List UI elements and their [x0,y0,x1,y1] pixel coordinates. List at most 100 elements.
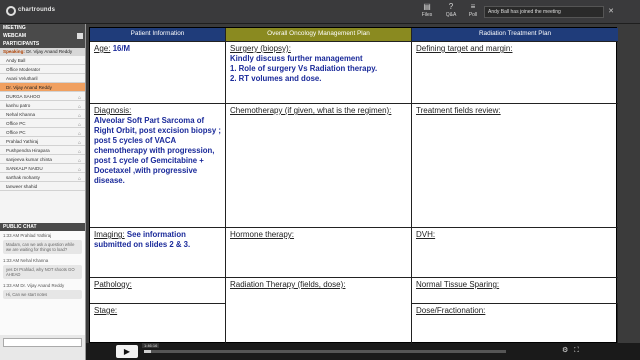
participant-item[interactable]: Nehal Khanna ⌂ [0,110,85,119]
app-logo: chartrounds [6,4,55,20]
chat-message: 1:33 AM Dr. Vijay Anand Reddy Hi, Can we… [0,281,85,301]
chat-message-meta: 1:33 AM Nehal Khanna [3,258,49,263]
participant-item[interactable]: Office PC ⌂ [0,119,85,128]
age-cell: Age: 16/M [90,42,226,104]
participant-item[interactable]: Office PC ⌂ [0,128,85,137]
participant-name: tanweer shahid [6,184,38,189]
participant-item[interactable]: Avani Velutharil [0,74,85,83]
dvh-cell: DVH: [412,228,618,278]
surgery-cell: Surgery (biopsy): Kindly discuss further… [226,42,412,104]
participant-item[interactable]: sanjeeva kumar chinta ⌂ [0,155,85,164]
progress-fill [144,350,152,353]
age-label: Age: [94,44,111,53]
public-chat-header[interactable]: PUBLIC CHAT [0,223,85,231]
slide: Patient Information Overall Oncology Man… [89,27,618,344]
participant-item[interactable]: SANKALP NAIDU ⌂ [0,164,85,173]
participant-item[interactable]: sarthak mohanty ⌂ [0,173,85,182]
participant-item-active-speaker[interactable]: Dr. Vijay Anand Reddy [0,83,85,92]
participant-item[interactable]: Andy Ball [0,56,85,65]
poll-icon: ≡ [470,2,476,11]
defining-target-cell: Defining target and margin: [412,42,618,104]
stage-cell: Stage: [90,304,226,344]
chat-message-meta: 1:33 AM Dr. Vijay Anand Reddy [3,283,65,288]
meeting-label: MEETING [3,25,26,31]
public-chat-label: PUBLIC CHAT [3,224,37,230]
surgery-label: Surgery (biopsy): [230,44,291,53]
imaging-label: Imaging: [94,230,125,239]
webcam-header[interactable]: WEBCAM [0,32,85,40]
participant-name: Office PC [6,130,26,135]
chat-message-list: 1:33 AM Prahlad Yathiraj Madam, can we a… [0,231,85,335]
files-label: Files [421,12,433,18]
chat-message-body: Madam, can we ask a question while we ar… [3,240,82,254]
case-table: Patient Information Overall Oncology Man… [90,28,618,344]
pathology-cell: Pathology: [90,278,226,304]
participant-name: sanjeeva kumar chinta [6,157,52,162]
meeting-header: MEETING [0,24,85,32]
participant-list-spacer [0,191,85,223]
chemotherapy-cell: Chemotherapy (if given, what is the regi… [226,104,412,228]
presentation-area: Patient Information Overall Oncology Man… [86,24,640,360]
sidebar: MEETING WEBCAM PARTICIPANTS Speaking: Dr… [0,24,86,360]
chat-message-body: yes Dr Prahlad, why NOT shoots GO AHEAD [3,265,82,279]
pathology-label: Pathology: [94,280,132,289]
files-icon: ▤ [423,2,431,11]
webcam-toggle-icon[interactable] [77,33,83,39]
play-button[interactable]: ▶ [116,345,138,358]
participant-name: Dr. Vijay Anand Reddy [6,85,52,90]
diagnosis-text: Alveolar Soft Part Sarcoma of Right Orbi… [94,116,221,185]
dose-fractionation-cell: Dose/Fractionation: [412,304,618,344]
hormone-therapy-label: Hormone therapy: [230,230,295,239]
participants-header[interactable]: PARTICIPANTS [0,40,85,48]
diagnosis-cell: Diagnosis: Alveolar Soft Part Sarcoma of… [90,104,226,228]
close-notification-icon[interactable]: ✕ [606,6,616,18]
qa-label: Q&A [445,12,457,18]
participant-name: Pushpendra Hirapara [6,148,50,153]
gear-icon[interactable]: ⚙ [562,346,568,356]
imaging-cell: Imaging: See information submitted on sl… [90,228,226,278]
surgery-text: Kindly discuss further management 1. Rol… [230,54,378,83]
normal-tissue-cell: Normal Tissue Sparing: [412,278,618,304]
participant-name: sarthak mohanty [6,175,40,180]
participant-name: Andy Ball [6,58,26,63]
chat-message: 1:33 AM Nehal Khanna yes Dr Prahlad, why… [0,256,85,281]
participant-list: Andy Ball Office Moderator Avani Velutha… [0,56,85,191]
playback-time: 1:46:16 [142,343,160,348]
header-patient-information: Patient Information [90,28,226,42]
participant-item[interactable]: DURGA SAHOO ⌂ [0,92,85,101]
files-button[interactable]: ▤ Files [416,2,438,22]
radiation-therapy-cell: Radiation Therapy (fields, dose): [226,278,412,344]
participant-item[interactable]: tanweer shahid [0,182,85,191]
join-notification: Andy Ball has joined the meeting [484,6,604,18]
player-controls: ▶ 1:46:16 ⚙ ⛶ [86,343,640,360]
participant-name: Nehal Khanna [6,112,36,117]
logo-text: chartrounds [18,7,56,13]
dose-fractionation-label: Dose/Fractionation: [416,306,486,315]
participant-name: Office Moderator [6,67,41,72]
hormone-therapy-cell: Hormone therapy: [226,228,412,278]
speaking-label: Speaking: [3,49,25,54]
header-radiation-plan: Radiation Treatment Plan [412,28,618,42]
poll-button[interactable]: ≡ Poll [462,2,484,22]
logo-mark-icon [6,6,16,16]
age-value: 16/M [112,44,131,53]
header-oncology-plan: Overall Oncology Management Plan [226,28,412,42]
chemotherapy-label: Chemotherapy (if given, what is the regi… [230,106,392,115]
chat-message-meta: 1:33 AM Prahlad Yathiraj [3,233,52,238]
qa-icon: ? [448,2,454,11]
chat-input[interactable] [3,338,82,347]
participant-name: Prahlad Yathiraj [6,139,39,144]
defining-target-label: Defining target and margin: [416,44,513,53]
participant-item[interactable]: Prahlad Yathiraj ⌂ [0,137,85,146]
chat-message: 1:33 AM Prahlad Yathiraj Madam, can we a… [0,231,85,256]
speaking-name: Dr. Vijay Anand Reddy [26,49,73,54]
qa-button[interactable]: ? Q&A [440,2,462,22]
treatment-fields-cell: Treatment fields review: [412,104,618,228]
participant-item[interactable]: Pushpendra Hirapara ⌂ [0,146,85,155]
progress-bar[interactable] [144,350,506,353]
participant-item[interactable]: Office Moderator [0,65,85,74]
participant-name: DURGA SAHOO [6,94,41,99]
participant-name: Avani Velutharil [6,76,38,81]
participant-item[interactable]: kanhu patro ⌂ [0,101,85,110]
fullscreen-icon[interactable]: ⛶ [574,346,579,356]
